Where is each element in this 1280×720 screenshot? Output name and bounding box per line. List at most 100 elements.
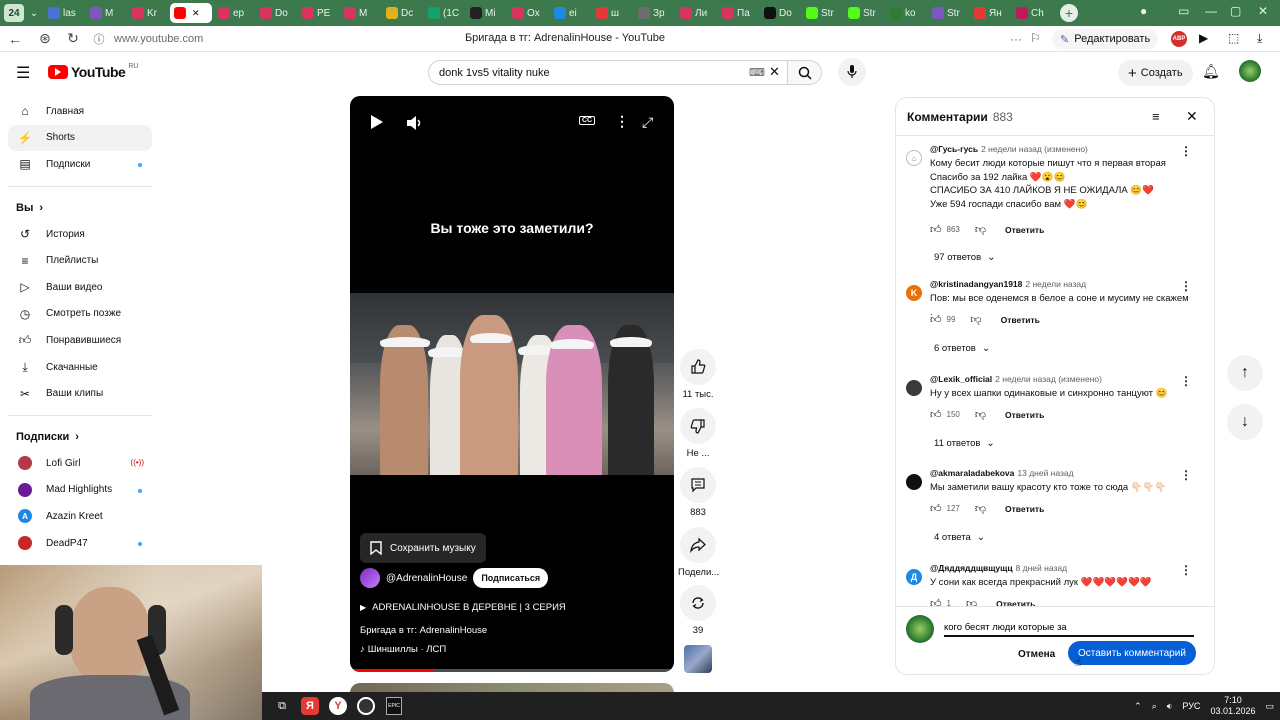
browser-tab[interactable]: las <box>44 3 84 23</box>
more-options-icon[interactable]: ⋮ <box>615 113 629 130</box>
cancel-button[interactable]: Отмена <box>1008 643 1065 665</box>
maximize-icon[interactable]: ▢ <box>1230 4 1241 18</box>
search-box[interactable]: donk 1vs5 vitality nuke ⌨ ✕ <box>428 60 788 85</box>
extensions-icon[interactable]: ⬚ <box>1228 31 1239 45</box>
epic-games-icon[interactable]: EPIC <box>380 692 408 720</box>
browser-tab[interactable]: Ch <box>1012 3 1052 23</box>
show-replies-button[interactable]: 11 ответов ⌄ <box>928 433 1001 453</box>
sort-icon[interactable]: ≡ <box>1152 109 1160 124</box>
comment-menu-icon[interactable]: ⋮ <box>1180 468 1192 482</box>
comment-dislike-icon[interactable]: 👎︎ <box>970 313 981 326</box>
submit-comment-button[interactable]: Оставить комментарий <box>1068 641 1196 665</box>
bookmark-icon[interactable]: ⚐ <box>1030 31 1041 45</box>
comment-avatar[interactable]: ⌂ <box>906 150 922 166</box>
comment-author[interactable]: @Гусь-гусь <box>930 144 978 154</box>
sidebar-item[interactable]: ⤓ Скачанные <box>8 354 152 381</box>
browser-tab[interactable]: Str <box>844 3 884 23</box>
fullscreen-icon[interactable]: ⤢ <box>642 114 653 131</box>
comment-menu-icon[interactable]: ⋮ <box>1180 563 1192 577</box>
sidebar-item[interactable]: ▷ Ваши видео <box>8 274 152 301</box>
video-progress-bar[interactable] <box>350 669 674 672</box>
show-replies-button[interactable]: 4 ответа ⌄ <box>928 527 991 547</box>
play-icon[interactable] <box>370 114 384 135</box>
share-button[interactable] <box>680 527 716 563</box>
menu-icon[interactable]: ☰ <box>16 63 30 83</box>
comment-avatar[interactable]: K <box>906 285 922 301</box>
account-avatar[interactable] <box>1239 60 1261 82</box>
comment-author[interactable]: @akmaraladabekova <box>930 468 1014 478</box>
subscribe-button[interactable]: Подписаться <box>473 568 549 588</box>
volume-icon[interactable] <box>406 115 424 134</box>
browser-tab[interactable]: Ox <box>508 3 548 23</box>
playlist-link[interactable]: ▶ ADRENALINHOUSE В ДЕРЕВНЕ | 3 СЕРИЯ <box>360 602 566 613</box>
browser-tab[interactable]: Str <box>802 3 842 23</box>
sidebar-item[interactable]: ◷ Смотреть позже <box>8 301 152 328</box>
browser-tab[interactable]: Па <box>718 3 758 23</box>
media-icon[interactable]: ▶ <box>1199 31 1208 45</box>
task-view-icon[interactable]: ⧉ <box>268 692 296 720</box>
browser-tab[interactable]: Kr <box>128 3 168 23</box>
comment-like-icon[interactable]: 👍︎ <box>930 223 942 236</box>
sound-link[interactable]: ♪ Шиншиллы · ЛСП <box>360 644 446 655</box>
notifications-icon[interactable]: ▭ <box>1265 701 1274 712</box>
save-music-button[interactable]: Сохранить музыку <box>360 533 486 563</box>
short-player[interactable]: CC ⋮ ⤢ Вы тоже это заметили? Сохранить м… <box>350 96 674 672</box>
dislike-action[interactable]: Не ... <box>678 408 718 459</box>
sidebar-you-header[interactable]: Вы › <box>8 195 152 221</box>
clock[interactable]: 7:10 03.01.2026 <box>1210 695 1255 717</box>
sidebar-item[interactable]: Lofi Girl ((•)) <box>8 450 152 477</box>
tab-menu-icon[interactable]: ● <box>1140 4 1147 18</box>
network-icon[interactable]: ⌕ <box>1152 701 1157 712</box>
sidebar-item[interactable]: ↺ История <box>8 221 152 248</box>
tray-chevron-icon[interactable]: ⌃ <box>1134 701 1142 712</box>
comment-input[interactable] <box>944 619 1194 637</box>
comment-dislike-icon[interactable]: 👎︎ <box>975 502 986 515</box>
browser-tab[interactable]: M <box>340 3 380 23</box>
close-tab-icon[interactable]: ✕ <box>192 8 200 19</box>
browser-tab[interactable]: Зр <box>634 3 674 23</box>
share-action[interactable]: Подели... <box>678 527 719 578</box>
comment-menu-icon[interactable]: ⋮ <box>1180 374 1192 388</box>
minimize-icon[interactable]: — <box>1205 4 1217 18</box>
obs-icon[interactable] <box>352 692 380 720</box>
comments-action[interactable]: 883 <box>678 467 718 518</box>
comment-author[interactable]: @kristinadangyan1918 <box>930 279 1022 289</box>
keyboard-language[interactable]: РУС <box>1182 701 1200 711</box>
comment-menu-icon[interactable]: ⋮ <box>1180 279 1192 293</box>
comment-reply-button[interactable]: Ответить <box>1005 410 1044 420</box>
speaker-icon[interactable]: 🔉︎ <box>1167 701 1173 712</box>
yandex-browser-icon[interactable]: Я <box>296 692 324 720</box>
edit-button[interactable]: ✎ Редактировать <box>1052 29 1159 49</box>
comment-like-icon[interactable]: 👍︎ <box>930 313 942 326</box>
comment-like-icon[interactable]: 👍︎ <box>930 502 942 515</box>
comments-button[interactable] <box>680 467 716 503</box>
remix-action[interactable]: 39 <box>678 585 718 636</box>
browser-tab[interactable]: Ян <box>970 3 1010 23</box>
comment-author[interactable]: @Lexik_official <box>930 374 992 384</box>
previous-short-button[interactable]: ↑ <box>1227 355 1263 391</box>
channel-name[interactable]: @AdrenalinHouse <box>386 573 467 584</box>
bookmarks-icon[interactable]: ▭ <box>1178 4 1189 18</box>
create-button[interactable]: + Создать <box>1118 60 1193 86</box>
close-comments-icon[interactable]: ✕ <box>1186 108 1198 125</box>
comment-time[interactable]: 8 дней назад <box>1016 563 1068 573</box>
browser-tab[interactable]: Ли <box>676 3 716 23</box>
channel-avatar[interactable] <box>360 568 380 588</box>
comment-time[interactable]: 2 недели назад <box>1025 279 1086 289</box>
voice-search-button[interactable] <box>838 58 866 86</box>
comment-avatar[interactable] <box>906 380 922 396</box>
sidebar-item[interactable]: 👍︎ Понравившиеся <box>8 327 152 354</box>
clear-search-icon[interactable]: ✕ <box>769 64 780 80</box>
keyboard-icon[interactable]: ⌨ <box>749 66 765 79</box>
like-action[interactable]: 11 тыс. <box>678 349 718 400</box>
comment-avatar[interactable]: Д <box>906 569 922 585</box>
yandex-app-icon[interactable]: Y <box>324 692 352 720</box>
browser-tab[interactable]: ep <box>214 3 254 23</box>
comment-time[interactable]: 2 недели назад (изменено) <box>995 374 1102 384</box>
show-replies-button[interactable]: 97 ответов ⌄ <box>928 247 1002 267</box>
adblock-icon[interactable]: ABP <box>1171 31 1187 47</box>
sidebar-item[interactable]: ▤ Подписки <box>8 151 152 178</box>
captions-icon[interactable]: CC <box>579 116 596 125</box>
sidebar-item[interactable]: ⌂ Главная <box>8 98 152 125</box>
remix-button[interactable] <box>680 585 716 621</box>
